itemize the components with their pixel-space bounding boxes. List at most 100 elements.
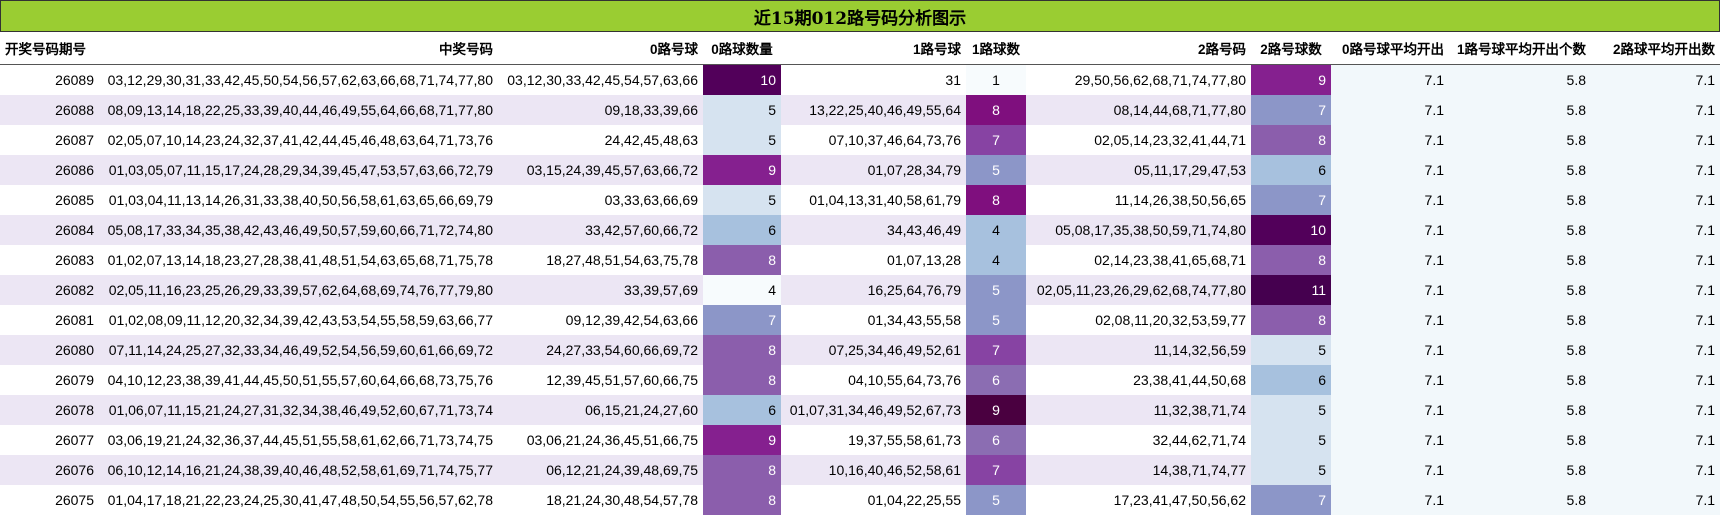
cell-route1-balls: 04,10,55,64,73,76 [781, 365, 966, 395]
header-route0-avg: 0路号球平均开出 [1331, 32, 1449, 65]
cell-route0-count: 9 [703, 425, 781, 455]
cell-numbers: 01,03,05,07,11,15,17,24,28,29,34,39,45,4… [99, 155, 498, 185]
cell-route2-avg: 7.1 [1591, 64, 1720, 95]
header-route0-balls: 0路号球 [498, 32, 703, 65]
cell-route1-avg: 5.8 [1449, 365, 1591, 395]
table-row: 26083 01,02,07,13,14,18,23,27,28,38,41,48… [0, 245, 1720, 275]
cell-route1-balls: 01,07,28,34,79 [781, 155, 966, 185]
table-row: 26087 02,05,07,10,14,23,24,32,37,41,42,44… [0, 125, 1720, 155]
table-row: 26080 07,11,14,24,25,27,32,33,34,46,49,52… [0, 335, 1720, 365]
cell-route0-balls: 24,27,33,54,60,66,69,72 [498, 335, 703, 365]
cell-route0-count: 8 [703, 335, 781, 365]
header-route2-count: 2路号球数 [1251, 32, 1331, 65]
cell-route2-balls: 05,08,17,35,38,50,59,71,74,80 [1026, 215, 1251, 245]
cell-route1-count: 4 [966, 215, 1026, 245]
cell-route0-avg: 7.1 [1331, 335, 1449, 365]
cell-numbers: 01,02,07,13,14,18,23,27,28,38,41,48,51,5… [99, 245, 498, 275]
cell-route0-count: 6 [703, 395, 781, 425]
cell-route2-count: 6 [1251, 365, 1331, 395]
cell-route1-balls: 07,10,37,46,64,73,76 [781, 125, 966, 155]
cell-route2-balls: 05,11,17,29,47,53 [1026, 155, 1251, 185]
cell-period: 26075 [0, 485, 99, 515]
cell-route2-balls: 02,05,11,23,26,29,62,68,74,77,80 [1026, 275, 1251, 305]
cell-route1-avg: 5.8 [1449, 95, 1591, 125]
cell-route0-count: 6 [703, 215, 781, 245]
cell-route2-avg: 7.1 [1591, 215, 1720, 245]
cell-period: 26077 [0, 425, 99, 455]
cell-route2-avg: 7.1 [1591, 125, 1720, 155]
cell-route0-count: 8 [703, 485, 781, 515]
cell-numbers: 01,04,17,18,21,22,23,24,25,30,41,47,48,5… [99, 485, 498, 515]
analysis-table: 开奖号码期号 中奖号码 0路号球 0路球数量 1路号球 1路球数 2路号码 2路… [0, 32, 1720, 515]
cell-route1-count: 7 [966, 125, 1026, 155]
cell-period: 26089 [0, 64, 99, 95]
cell-route2-count: 6 [1251, 155, 1331, 185]
cell-route0-balls: 03,06,21,24,36,45,51,66,75 [498, 425, 703, 455]
cell-route1-balls: 19,37,55,58,61,73 [781, 425, 966, 455]
cell-route2-avg: 7.1 [1591, 425, 1720, 455]
table-row: 26085 01,03,04,11,13,14,26,31,33,38,40,50… [0, 185, 1720, 215]
cell-route2-balls: 23,38,41,44,50,68 [1026, 365, 1251, 395]
cell-route2-balls: 14,38,71,74,77 [1026, 455, 1251, 485]
cell-route2-count: 11 [1251, 275, 1331, 305]
cell-route0-count: 10 [703, 64, 781, 95]
cell-route2-balls: 02,14,23,38,41,65,68,71 [1026, 245, 1251, 275]
cell-route1-count: 7 [966, 335, 1026, 365]
cell-route1-avg: 5.8 [1449, 455, 1591, 485]
header-route1-count: 1路球数 [966, 32, 1026, 65]
header-route2-avg: 2路球平均开出数 [1591, 32, 1720, 65]
cell-route1-avg: 5.8 [1449, 485, 1591, 515]
cell-route1-balls: 01,04,22,25,55 [781, 485, 966, 515]
cell-route0-count: 4 [703, 275, 781, 305]
header-route1-balls: 1路号球 [781, 32, 966, 65]
cell-route1-avg: 5.8 [1449, 395, 1591, 425]
cell-route0-avg: 7.1 [1331, 125, 1449, 155]
table-row: 26084 05,08,17,33,34,35,38,42,43,46,49,50… [0, 215, 1720, 245]
cell-numbers: 06,10,12,14,16,21,24,38,39,40,46,48,52,5… [99, 455, 498, 485]
cell-route1-avg: 5.8 [1449, 275, 1591, 305]
cell-route1-balls: 01,04,13,31,40,58,61,79 [781, 185, 966, 215]
cell-route1-balls: 10,16,40,46,52,58,61 [781, 455, 966, 485]
cell-route1-avg: 5.8 [1449, 425, 1591, 455]
cell-route0-avg: 7.1 [1331, 425, 1449, 455]
cell-route0-balls: 03,12,30,33,42,45,54,57,63,66 [498, 64, 703, 95]
cell-route0-balls: 33,39,57,69 [498, 275, 703, 305]
cell-route2-count: 7 [1251, 95, 1331, 125]
table-row: 26075 01,04,17,18,21,22,23,24,25,30,41,47… [0, 485, 1720, 515]
cell-route1-balls: 13,22,25,40,46,49,55,64 [781, 95, 966, 125]
cell-route0-balls: 18,27,48,51,54,63,75,78 [498, 245, 703, 275]
cell-route2-count: 5 [1251, 425, 1331, 455]
cell-route2-count: 7 [1251, 485, 1331, 515]
cell-route0-avg: 7.1 [1331, 245, 1449, 275]
cell-period: 26080 [0, 335, 99, 365]
table-row: 26079 04,10,12,23,38,39,41,44,45,50,51,55… [0, 365, 1720, 395]
table-row: 26082 02,05,11,16,23,25,26,29,33,39,57,62… [0, 275, 1720, 305]
cell-route2-balls: 29,50,56,62,68,71,74,77,80 [1026, 64, 1251, 95]
cell-period: 26078 [0, 395, 99, 425]
cell-route2-avg: 7.1 [1591, 95, 1720, 125]
cell-route1-avg: 5.8 [1449, 155, 1591, 185]
cell-period: 26082 [0, 275, 99, 305]
cell-route0-avg: 7.1 [1331, 275, 1449, 305]
cell-route2-count: 5 [1251, 455, 1331, 485]
cell-route2-avg: 7.1 [1591, 335, 1720, 365]
table-row: 26077 03,06,19,21,24,32,36,37,44,45,51,55… [0, 425, 1720, 455]
cell-route0-avg: 7.1 [1331, 215, 1449, 245]
cell-route1-count: 4 [966, 245, 1026, 275]
cell-route1-count: 5 [966, 305, 1026, 335]
cell-route0-avg: 7.1 [1331, 95, 1449, 125]
cell-route2-avg: 7.1 [1591, 455, 1720, 485]
cell-route0-balls: 18,21,24,30,48,54,57,78 [498, 485, 703, 515]
cell-route1-count: 5 [966, 275, 1026, 305]
cell-route1-count: 9 [966, 395, 1026, 425]
header-route2-balls: 2路号码 [1026, 32, 1251, 65]
cell-numbers: 01,06,07,11,15,21,24,27,31,32,34,38,46,4… [99, 395, 498, 425]
cell-route1-balls: 31 [781, 64, 966, 95]
cell-route0-balls: 12,39,45,51,57,60,66,75 [498, 365, 703, 395]
table-row: 26088 08,09,13,14,18,22,25,33,39,40,44,46… [0, 95, 1720, 125]
cell-route2-count: 5 [1251, 335, 1331, 365]
cell-route2-balls: 08,14,44,68,71,77,80 [1026, 95, 1251, 125]
cell-period: 26083 [0, 245, 99, 275]
cell-route2-count: 7 [1251, 185, 1331, 215]
cell-route0-count: 5 [703, 125, 781, 155]
